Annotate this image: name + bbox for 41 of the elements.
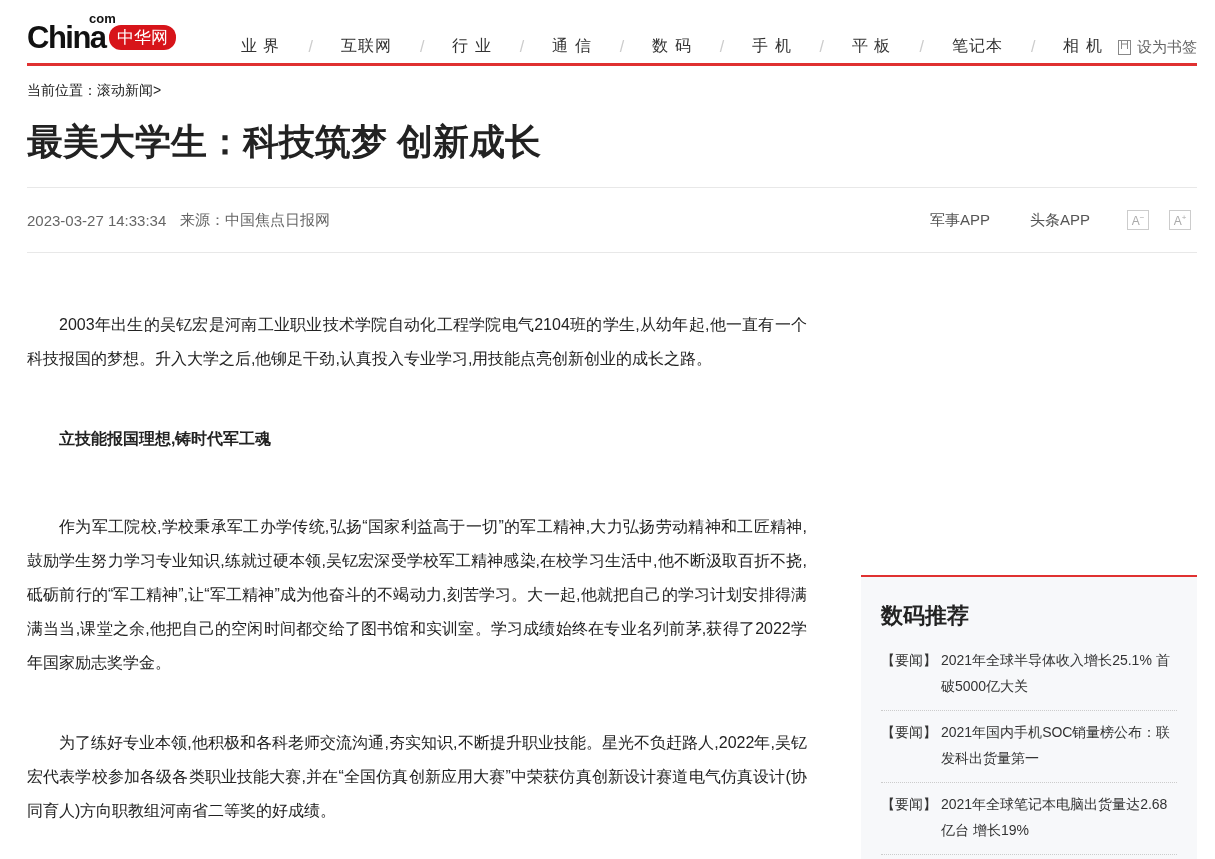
bookmark-link[interactable]: 设为书签 xyxy=(1118,38,1197,57)
news-tag: 【要闻】 xyxy=(881,719,941,771)
nav-separator: / xyxy=(419,37,425,56)
news-link[interactable]: 2021年国内手机SOC销量榜公布：联发科出货量第一 xyxy=(941,719,1177,771)
article-paragraph: 为了练好专业本领,他积极和各科老师交流沟通,夯实知识,不断提升职业技能。星光不负赶路人,2022年,吴钇宏代表学校参加各级各类职业技能大赛,并在“全国仿真创新应用大赛”中荣获仿真创新设计赛道电气仿真设计(协同育人)方向职教组河南省二等奖的好成绩。 xyxy=(27,733,807,821)
article-paragraph: 作为军工院校,学校秉承军工办学传统,弘扬“国家利益高于一切”的军工精神,大力弘扬劳动精神和工匠精神,鼓励学生努力学习专业知识,练就过硬本领,吴钇宏深受学校军工精神感染,在校学习生活中,他不断汲取百折不挠,砥砺前行的“军工精神”,让“军工精神”成为他奋斗的不竭动力,刻苦学习。大一起,他就把自己的学习计划安排得满满当当,课堂之余,他把自己的空闲时间都交给了图书馆和实训室。学习成绩始终在专业名列前茅,获得了2022学年国家励志奖学金。 xyxy=(27,517,807,673)
app-link[interactable]: 头条APP xyxy=(1030,210,1090,230)
news-tag: 【要闻】 xyxy=(881,647,941,699)
nav-link[interactable]: 数 码 xyxy=(652,36,692,57)
article-source: 来源：中国焦点日报网 xyxy=(180,210,331,230)
sidebar-title: 数码推荐 xyxy=(881,602,970,630)
nav-link[interactable]: 互联网 xyxy=(340,36,392,57)
bookmark-icon xyxy=(1118,40,1131,55)
section-heading: 立技能报国理想,铸时代军工魂 xyxy=(58,429,273,449)
news-tag: 【要闻】 xyxy=(881,791,941,843)
app-link[interactable]: 军事APP xyxy=(929,210,990,230)
nav-separator: / xyxy=(619,37,625,56)
breadcrumb-arrow: > xyxy=(153,82,162,98)
article-paragraph: 2003年出生的吴钇宏是河南工业职业技术学院自动化工程学院电气2104班的学生,从幼年起,他一直有一个科技报国的梦想。升入大学之后,他铆足干劲,认真投入专业学习,用技能点亮创新创业的成长之路。 xyxy=(27,315,807,369)
nav-separator: / xyxy=(519,37,525,56)
breadcrumb-link[interactable]: 滚动新闻 xyxy=(97,82,153,98)
breadcrumb-label: 当前位置： xyxy=(27,82,97,98)
publish-time: 2023-03-27 14:33:34 xyxy=(27,211,167,229)
nav-separator: / xyxy=(719,37,725,56)
news-link[interactable]: 2021年全球笔记本电脑出货量达2.68亿台 增长19% xyxy=(941,791,1177,843)
logo-suffix: com xyxy=(89,11,116,26)
article-title: 最美大学生：科技筑梦 创新成长 xyxy=(27,118,1197,188)
news-link[interactable]: 2021年全球半导体收入增长25.1% 首破5000亿大关 xyxy=(941,647,1177,699)
nav-link[interactable]: 行 业 xyxy=(452,36,492,57)
site-logo[interactable]: Chinacom 中华网 xyxy=(27,13,200,53)
nav-separator: / xyxy=(1030,37,1036,56)
nav-separator: / xyxy=(819,37,824,56)
nav-link[interactable]: 通 信 xyxy=(552,36,592,57)
nav-separator: / xyxy=(919,37,924,56)
nav-separator: / xyxy=(308,37,313,56)
nav-link[interactable]: 业 界 xyxy=(241,36,281,57)
nav-link[interactable]: 相 机 xyxy=(1063,36,1103,57)
logo-badge: 中华网 xyxy=(108,24,176,50)
nav-link[interactable]: 平 板 xyxy=(852,36,892,57)
nav-link[interactable]: 手 机 xyxy=(752,36,792,57)
nav-link[interactable]: 笔记本 xyxy=(951,36,1003,57)
